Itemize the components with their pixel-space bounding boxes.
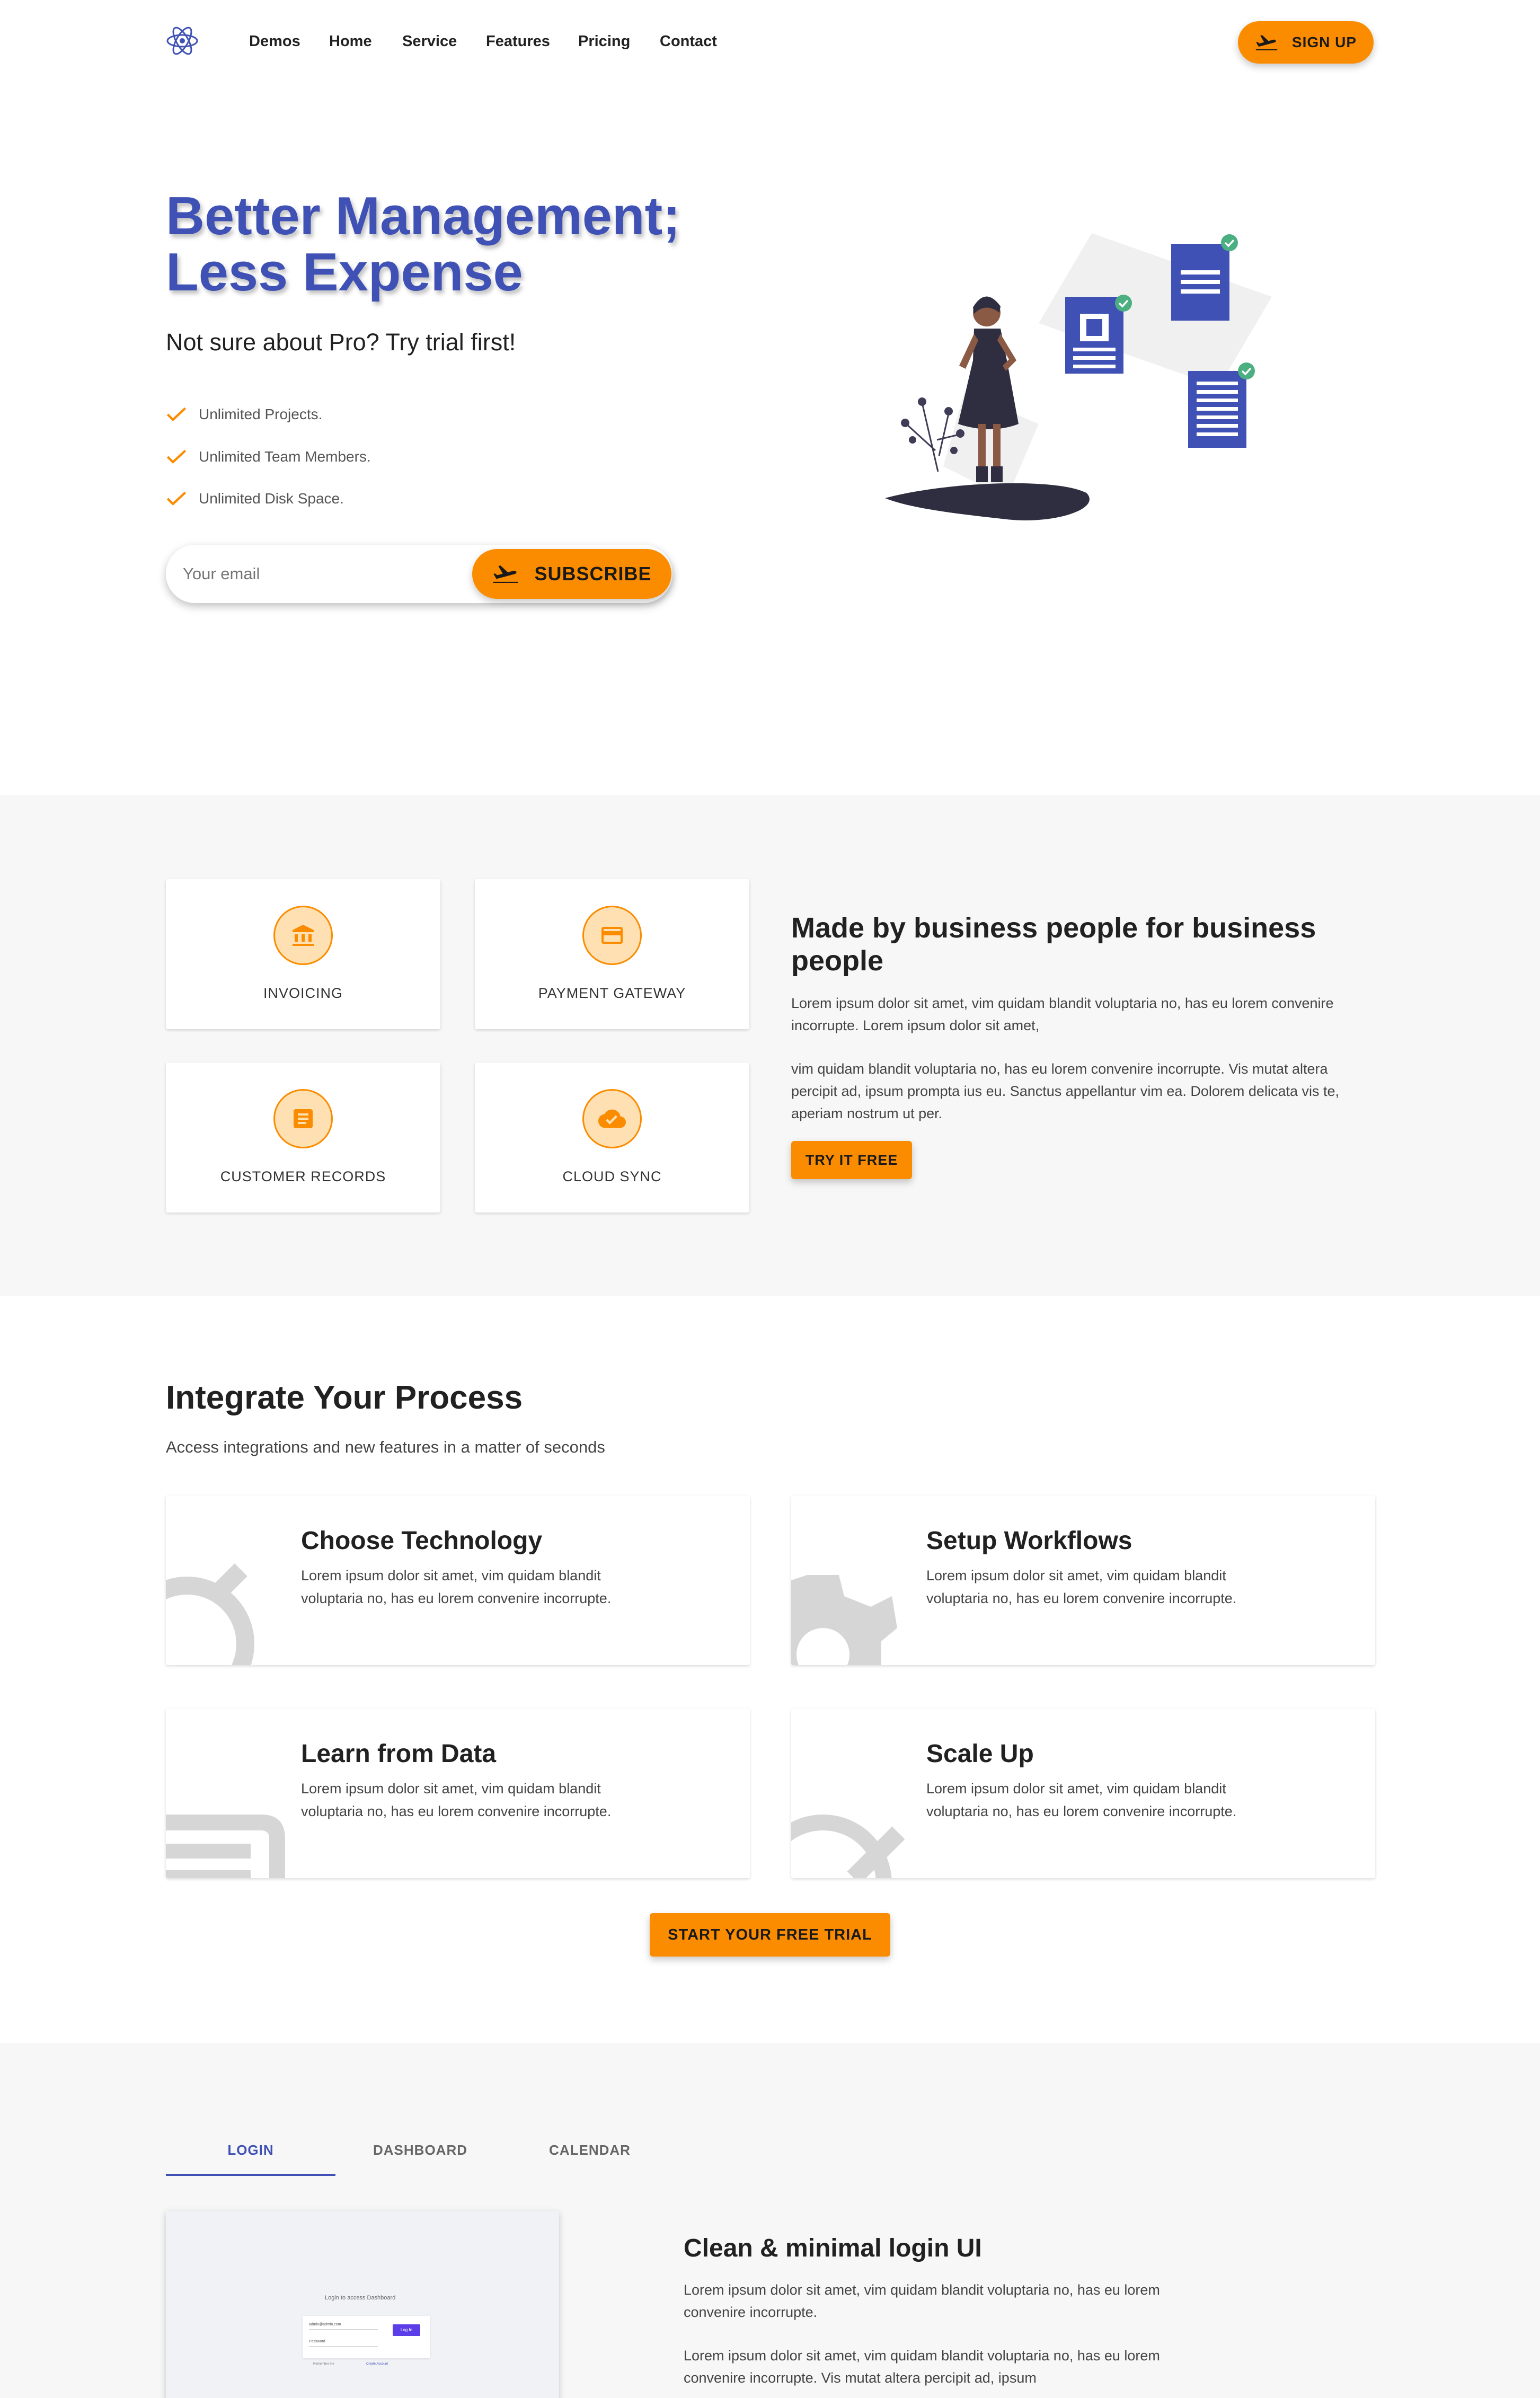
check-icon bbox=[166, 407, 187, 422]
integrate-card-text: Lorem ipsum dolor sit amet, vim quidam b… bbox=[301, 1568, 612, 1606]
hero-title-line1: Better Management; bbox=[166, 187, 680, 246]
feature-card-cloud-sync[interactable]: CLOUD SYNC bbox=[475, 1063, 749, 1213]
tab-calendar[interactable]: CALENDAR bbox=[505, 2142, 675, 2158]
mock-remember-me: Remember me bbox=[313, 2362, 334, 2366]
integrate-heading: Integrate Your Process bbox=[166, 1379, 523, 1416]
feature-label: CUSTOMER RECORDS bbox=[220, 1169, 386, 1184]
check-item: Unlimited Team Members. bbox=[166, 448, 371, 465]
document-icon bbox=[273, 1089, 333, 1148]
check-icon bbox=[166, 491, 187, 506]
integrate-card-text: Lorem ipsum dolor sit amet, vim quidam b… bbox=[926, 1568, 1237, 1606]
integrate-subheading: Access integrations and new features in … bbox=[166, 1438, 605, 1456]
features-paragraph-2: vim quidam blandit voluptaria no, has eu… bbox=[791, 1061, 1340, 1121]
feature-card-customer-records[interactable]: CUSTOMER RECORDS bbox=[166, 1063, 440, 1213]
features-section bbox=[0, 795, 1540, 1296]
flight-takeoff-icon bbox=[493, 565, 518, 583]
features-paragraph-1: Lorem ipsum dolor sit amet, vim quidam b… bbox=[791, 995, 1334, 1033]
feature-card-payment-gateway[interactable]: PAYMENT GATEWAY bbox=[475, 879, 749, 1029]
mock-email-field: admin@admin.com bbox=[309, 2320, 378, 2330]
integrate-card-title: Scale Up bbox=[926, 1740, 1034, 1768]
integrate-card-text: Lorem ipsum dolor sit amet, vim quidam b… bbox=[926, 1781, 1237, 1819]
nav-service[interactable]: Service bbox=[402, 33, 457, 50]
nav-pricing[interactable]: Pricing bbox=[578, 33, 630, 50]
subscribe-button[interactable]: SUBSCRIBE bbox=[472, 549, 671, 599]
nav-home[interactable]: Home bbox=[329, 33, 372, 50]
integrate-card-learn-from-data[interactable]: Learn from Data Lorem ipsum dolor sit am… bbox=[166, 1709, 750, 1878]
subscribe-form: SUBSCRIBE bbox=[166, 545, 672, 603]
mock-login-button: Log In bbox=[393, 2324, 420, 2336]
logo-icon[interactable] bbox=[166, 24, 199, 57]
hero-title: Better Management; Less Expense bbox=[166, 188, 749, 300]
timer-icon bbox=[166, 1563, 254, 1665]
feature-label: CLOUD SYNC bbox=[562, 1169, 662, 1184]
login-preview: Login to access Dashboard admin@admin.co… bbox=[166, 2211, 559, 2398]
check-label: Unlimited Projects. bbox=[199, 406, 323, 422]
signup-label: SIGN UP bbox=[1291, 34, 1357, 50]
check-label: Unlimited Disk Space. bbox=[199, 490, 344, 507]
feature-label: PAYMENT GATEWAY bbox=[538, 985, 686, 1001]
signup-button[interactable]: SIGN UP bbox=[1238, 21, 1374, 64]
integrate-card-title: Choose Technology bbox=[301, 1527, 543, 1555]
check-item: Unlimited Disk Space. bbox=[166, 490, 344, 507]
integrate-card-setup-workflows[interactable]: Setup Workflows Lorem ipsum dolor sit am… bbox=[791, 1496, 1375, 1665]
integrate-card-text: Lorem ipsum dolor sit amet, vim quidam b… bbox=[301, 1781, 612, 1819]
hero-subtitle: Not sure about Pro? Try trial first! bbox=[166, 329, 516, 356]
showcase-paragraph-1: Lorem ipsum dolor sit amet, vim quidam b… bbox=[684, 2282, 1160, 2320]
hero-title-line2: Less Expense bbox=[166, 243, 523, 302]
nav-features[interactable]: Features bbox=[486, 33, 550, 50]
integrate-card-title: Setup Workflows bbox=[926, 1527, 1132, 1555]
mock-create-account: Create Account bbox=[366, 2362, 388, 2366]
check-item: Unlimited Projects. bbox=[166, 406, 322, 423]
try-it-free-button[interactable]: TRY IT FREE bbox=[791, 1141, 912, 1179]
feature-label: INVOICING bbox=[263, 985, 343, 1001]
showcase-paragraph-2: Lorem ipsum dolor sit amet, vim quidam b… bbox=[684, 2348, 1160, 2386]
check-label: Unlimited Team Members. bbox=[199, 448, 371, 465]
check-icon bbox=[166, 449, 187, 464]
features-heading: Made by business people for business peo… bbox=[791, 912, 1316, 977]
report-icon bbox=[166, 1815, 285, 1878]
gear-icon bbox=[791, 1575, 897, 1665]
feature-card-invoicing[interactable]: INVOICING bbox=[166, 879, 440, 1029]
cloud-done-icon bbox=[582, 1089, 642, 1148]
integrate-card-title: Learn from Data bbox=[301, 1740, 497, 1768]
integrate-card-choose-technology[interactable]: Choose Technology Lorem ipsum dolor sit … bbox=[166, 1496, 750, 1665]
flight-takeoff-icon bbox=[1255, 35, 1278, 50]
email-input[interactable] bbox=[183, 561, 458, 587]
tab-active-indicator bbox=[166, 2174, 335, 2176]
showcase-heading: Clean & minimal login UI bbox=[684, 2234, 982, 2262]
bank-icon bbox=[273, 906, 333, 965]
tab-login[interactable]: LOGIN bbox=[166, 2142, 335, 2158]
mock-login-title: Login to access Dashboard bbox=[325, 2295, 396, 2301]
tools-icon bbox=[791, 1815, 905, 1878]
integrate-card-scale-up[interactable]: Scale Up Lorem ipsum dolor sit amet, vim… bbox=[791, 1709, 1375, 1878]
nav-demos[interactable]: Demos bbox=[249, 33, 300, 50]
nav-contact[interactable]: Contact bbox=[660, 33, 717, 50]
subscribe-label: SUBSCRIBE bbox=[534, 563, 652, 585]
mock-login-card: admin@admin.com Log In Password bbox=[303, 2316, 430, 2358]
mock-password-field: Password bbox=[309, 2337, 378, 2347]
credit-card-icon bbox=[582, 906, 642, 965]
hero-illustration bbox=[880, 223, 1282, 541]
tab-dashboard[interactable]: DASHBOARD bbox=[335, 2142, 505, 2158]
start-free-trial-button[interactable]: START YOUR FREE TRIAL bbox=[650, 1913, 890, 1957]
